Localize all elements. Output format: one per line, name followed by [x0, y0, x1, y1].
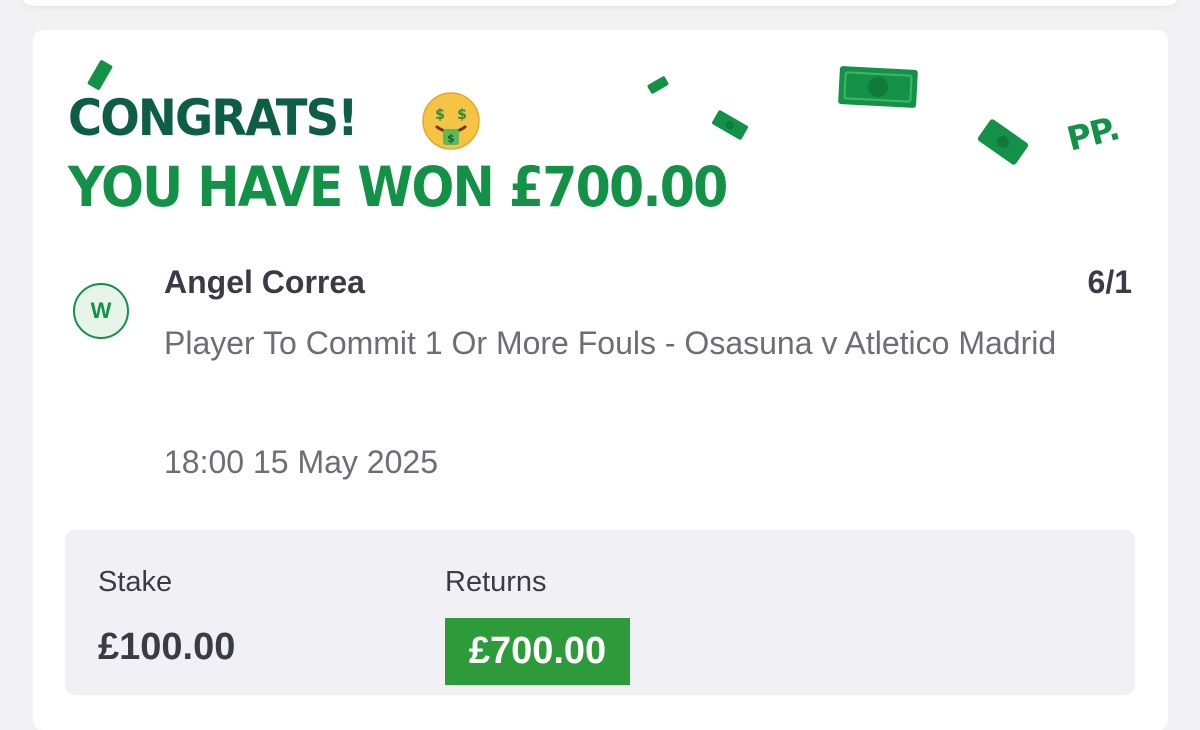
- money-banknote-icon: [647, 76, 669, 94]
- stake-label: Stake: [98, 566, 173, 598]
- selection-odds: 6/1: [1087, 264, 1132, 300]
- money-mouth-face-icon: $ $ $: [422, 92, 480, 150]
- svg-text:$: $: [447, 132, 455, 145]
- bet-won-card: CONGRATS! $ $ $ YOU HAVE WON £700.00 PP.…: [33, 30, 1168, 730]
- win-amount-heading: YOU HAVE WON £700.00: [68, 155, 728, 219]
- stake-returns-summary: Stake £100.00 Returns £700.00: [65, 530, 1135, 695]
- stake-value: £100.00: [98, 626, 236, 668]
- event-datetime: 18:00 15 May 2025: [164, 444, 438, 480]
- previous-card-edge: [20, 0, 1180, 6]
- money-banknote-icon: [712, 110, 748, 140]
- congrats-heading: CONGRATS!: [68, 89, 358, 147]
- money-banknote-icon: [87, 60, 113, 90]
- money-banknote-icon: [977, 119, 1029, 165]
- returns-value: £700.00: [445, 618, 630, 685]
- paddy-power-logo: PP.: [1063, 108, 1123, 159]
- money-banknote-icon: [838, 66, 918, 108]
- selection-name: Angel Correa: [164, 264, 365, 300]
- win-status-badge: W: [73, 283, 129, 339]
- market-description: Player To Commit 1 Or More Fouls - Osasu…: [164, 325, 1057, 361]
- svg-text:$: $: [435, 107, 445, 123]
- svg-text:$: $: [457, 107, 467, 123]
- returns-label: Returns: [445, 566, 547, 598]
